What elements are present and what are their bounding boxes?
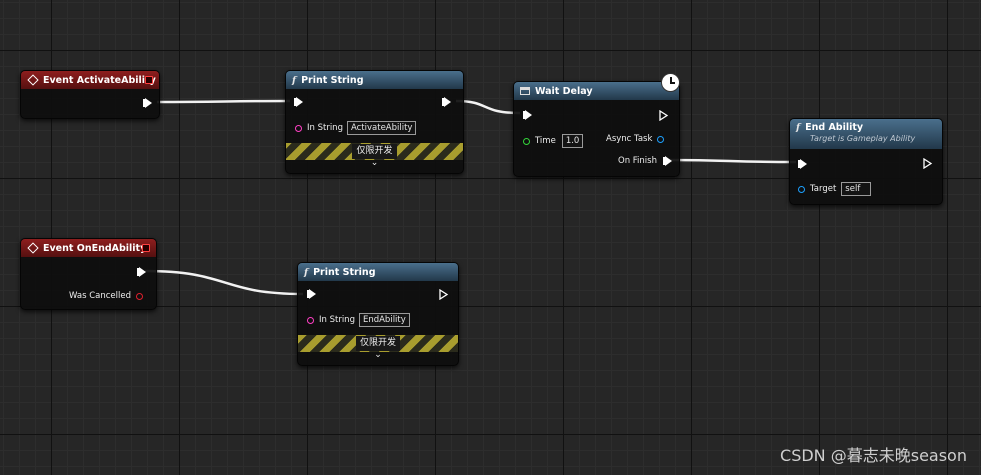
print-string-node-2[interactable]: f Print String In String EndAbility 仅限开发… (297, 262, 459, 366)
exec-out-icon (662, 156, 672, 166)
in-string-pin[interactable]: In String ActivateAbility (295, 121, 417, 135)
development-only-label: 仅限开发 (352, 144, 397, 159)
exec-in-icon (798, 159, 807, 169)
was-cancelled-pin[interactable]: Was Cancelled (69, 291, 143, 301)
event-on-end-ability-node[interactable]: Event OnEndAbility Was Cancelled (20, 238, 157, 310)
object-pin-icon (798, 185, 805, 193)
event-diamond-icon (27, 74, 39, 86)
in-string-field[interactable]: EndAbility (358, 313, 410, 327)
float-pin-icon (523, 137, 530, 145)
exec-out-hollow-icon (923, 158, 933, 169)
delegate-pin-icon[interactable] (145, 76, 153, 84)
exec-wire-wait-to-end (667, 158, 797, 164)
wait-delay-icon (520, 87, 530, 95)
expand-chevron-icon[interactable]: ⌄ (286, 158, 463, 168)
in-string-field[interactable]: ActivateAbility (346, 121, 417, 135)
event-diamond-icon (27, 242, 39, 254)
time-label: Time (535, 136, 556, 146)
on-finish-label: On Finish (618, 156, 657, 166)
end-ability-subtitle: Target is Gameplay Ability (810, 134, 916, 143)
then-out-pin[interactable] (659, 110, 669, 121)
event-activate-header[interactable]: Event ActivateAbility (21, 71, 159, 89)
print-string-1-header[interactable]: f Print String (286, 71, 463, 89)
event-activate-title: Event ActivateAbility (43, 74, 156, 86)
then-out-pin[interactable] (439, 289, 449, 300)
time-pin[interactable]: Time 1.0 (523, 134, 584, 148)
exec-out-pin[interactable] (141, 98, 152, 108)
target-pin[interactable]: Target self (798, 182, 872, 196)
wait-delay-header[interactable]: Wait Delay (514, 73, 680, 100)
exec-in-pin[interactable] (523, 110, 532, 120)
print-string-2-header[interactable]: f Print String (298, 263, 458, 281)
function-icon: f (292, 74, 297, 86)
bool-pin-icon (135, 292, 143, 300)
print-string-node-1[interactable]: f Print String In String ActivateAbility… (285, 70, 464, 174)
end-ability-header[interactable]: f End Ability Target is Gameplay Ability (790, 119, 942, 149)
watermark: CSDN @暮志未晚season (780, 446, 967, 465)
async-task-label: Async Task (606, 134, 653, 144)
string-pin-icon (295, 124, 302, 132)
expand-chevron-icon[interactable]: ⌄ (298, 350, 458, 360)
event-on-end-title: Event OnEndAbility (43, 242, 147, 254)
in-string-pin[interactable]: In String EndAbility (307, 313, 410, 327)
on-finish-pin[interactable]: On Finish (618, 156, 672, 166)
exec-in-pin[interactable] (798, 159, 807, 169)
exec-in-icon (523, 110, 532, 120)
exec-in-icon (294, 97, 303, 107)
development-only-label: 仅限开发 (355, 336, 400, 351)
object-pin-icon (657, 135, 665, 143)
exec-wire-activate-to-print (156, 99, 291, 104)
exec-out-icon (143, 98, 152, 108)
target-field[interactable]: self (841, 182, 872, 196)
function-icon: f (796, 122, 801, 133)
delegate-pin-icon[interactable] (142, 244, 150, 252)
wait-delay-title: Wait Delay (535, 85, 593, 97)
end-ability-title: End Ability (805, 122, 864, 133)
latent-clock-icon (661, 73, 680, 92)
exec-out-icon (442, 97, 451, 107)
in-string-label: In String (319, 315, 355, 325)
exec-wire-onend-to-print (144, 269, 304, 296)
end-ability-node[interactable]: f End Ability Target is Gameplay Ability… (789, 118, 943, 205)
then-out-pin[interactable] (923, 158, 933, 169)
function-icon: f (304, 266, 309, 278)
print-string-2-title: Print String (313, 266, 376, 278)
exec-in-icon (307, 289, 316, 299)
in-string-label: In String (307, 123, 343, 133)
async-task-pin[interactable]: Async Task (606, 134, 669, 144)
wait-delay-node[interactable]: Wait Delay Time 1.0 Async Task On Finish (513, 73, 680, 177)
print-string-1-title: Print String (301, 74, 364, 86)
exec-out-pin[interactable] (135, 267, 146, 277)
event-on-end-header[interactable]: Event OnEndAbility (21, 239, 156, 257)
event-activate-ability-node[interactable]: Event ActivateAbility (20, 70, 160, 119)
exec-out-pin[interactable] (442, 97, 451, 107)
target-label: Target (810, 184, 837, 194)
exec-out-icon (137, 267, 146, 277)
exec-out-hollow-icon (439, 289, 449, 300)
exec-out-hollow-icon (659, 110, 669, 121)
exec-in-pin[interactable] (307, 289, 316, 299)
was-cancelled-label: Was Cancelled (69, 291, 131, 301)
time-field[interactable]: 1.0 (561, 134, 584, 148)
string-pin-icon (307, 316, 314, 324)
exec-in-pin[interactable] (294, 97, 303, 107)
exec-wire-print-to-wait (455, 99, 521, 115)
